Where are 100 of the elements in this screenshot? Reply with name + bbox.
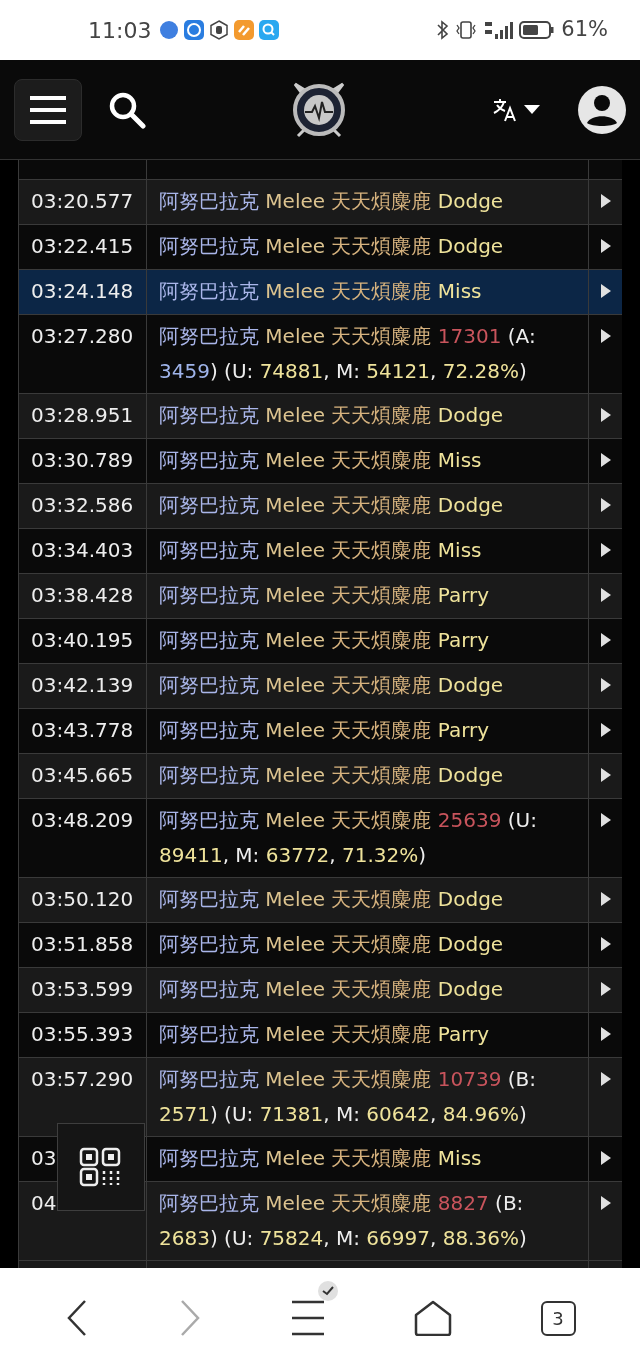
- log-ability: Melee: [265, 808, 326, 832]
- expand-arrow-icon[interactable]: [599, 407, 612, 423]
- log-damage: 25639: [437, 808, 502, 832]
- expand-arrow-icon[interactable]: [599, 193, 612, 209]
- log-row[interactable]: 03:38.428 阿努巴拉克 Melee 天天煩麋鹿 Parry: [19, 574, 622, 619]
- log-source: 阿努巴拉克: [159, 763, 259, 787]
- log-source: 阿努巴拉克: [159, 1022, 259, 1046]
- log-time: 03:57.290: [31, 1067, 134, 1091]
- log-text: ,: [429, 1226, 437, 1250]
- log-text: ): [209, 359, 218, 383]
- expand-arrow-icon[interactable]: [599, 452, 612, 468]
- expand-arrow-icon[interactable]: [599, 677, 612, 693]
- log-ability: Melee: [265, 493, 326, 517]
- log-number: 75824: [259, 1226, 324, 1250]
- expand-arrow-icon[interactable]: [599, 632, 612, 648]
- log-row[interactable]: 03:24.148 阿努巴拉克 Melee 天天煩麋鹿 Miss: [19, 270, 622, 315]
- log-row[interactable]: 03:45.665 阿努巴拉克 Melee 天天煩麋鹿 Dodge: [19, 754, 622, 799]
- log-row[interactable]: 03:40.195 阿努巴拉克 Melee 天天煩麋鹿 Parry: [19, 619, 622, 664]
- log-row[interactable]: 03:43.778 阿努巴拉克 Melee 天天煩麋鹿 Parry: [19, 709, 622, 754]
- log-number: 63772: [265, 843, 330, 867]
- home-icon[interactable]: [413, 1300, 452, 1336]
- language-button[interactable]: [492, 96, 540, 123]
- log-row[interactable]: 03:22.415 阿努巴拉克 Melee 天天煩麋鹿 Dodge: [19, 225, 622, 270]
- tabs-button[interactable]: 3: [540, 1300, 576, 1336]
- log-target: 天天煩麋鹿: [331, 718, 432, 742]
- log-source: 阿努巴拉克: [159, 448, 259, 472]
- log-source: 阿努巴拉克: [159, 977, 259, 1001]
- log-time: 03:45.665: [31, 763, 134, 787]
- bluetooth-icon: [437, 20, 450, 40]
- log-target: 天天煩麋鹿: [331, 808, 432, 832]
- log-row[interactable]: 03:48.209 阿努巴拉克 Melee 天天煩麋鹿 25639 (U: 89411, M: 63772, 71.32%): [19, 799, 622, 878]
- log-result: Miss: [437, 279, 482, 303]
- log-row[interactable]: 03:51.858 阿努巴拉克 Melee 天天煩麋鹿 Dodge: [19, 923, 622, 968]
- log-text: (U:: [224, 1102, 254, 1126]
- expand-arrow-icon[interactable]: [599, 1026, 612, 1042]
- expand-arrow-icon[interactable]: [599, 767, 612, 783]
- log-row[interactable]: 04 阿努巴拉克 Melee 天天煩麋鹿 8827 (B: 2683) (U: 75824, M: 66997, 88.36%): [19, 1182, 622, 1261]
- log-target: 天天煩麋鹿: [331, 493, 432, 517]
- log-row[interactable]: 03:34.403 阿努巴拉克 Melee 天天煩麋鹿 Miss: [19, 529, 622, 574]
- log-time: 03:48.209: [31, 808, 134, 832]
- menu-button[interactable]: [14, 78, 82, 141]
- expand-arrow-icon[interactable]: [599, 1195, 612, 1211]
- log-source: 阿努巴拉克: [159, 673, 259, 697]
- log-time: 03:34.403: [31, 538, 134, 562]
- log-result: Dodge: [437, 977, 504, 1001]
- menu-icon[interactable]: [290, 1300, 325, 1336]
- log-row[interactable]: 03:20.577 阿努巴拉克 Melee 天天煩麋鹿 Dodge: [19, 180, 622, 225]
- log-target: 天天煩麋鹿: [331, 1191, 432, 1215]
- log-number: 71.32%: [342, 843, 419, 867]
- log-row[interactable]: 03:55.393 阿努巴拉克 Melee 天天煩麋鹿 Parry: [19, 1013, 622, 1058]
- log-ability: Melee: [265, 234, 326, 258]
- log-row[interactable]: 03:50.120 阿努巴拉克 Melee 天天煩麋鹿 Dodge: [19, 878, 622, 923]
- log-text: ,: [429, 1102, 437, 1126]
- log-target: 天天煩麋鹿: [331, 932, 432, 956]
- log-number: 72.28%: [442, 359, 519, 383]
- caret-icon: [524, 104, 540, 115]
- log-ability: Melee: [265, 448, 326, 472]
- expand-arrow-icon[interactable]: [599, 497, 612, 513]
- expand-arrow-icon[interactable]: [599, 1150, 612, 1166]
- log-text: ): [418, 843, 427, 867]
- qr-code-button[interactable]: [57, 1123, 145, 1211]
- log-ability: Melee: [265, 673, 326, 697]
- log-row[interactable]: 03:57.290 阿努巴拉克 Melee 天天煩麋鹿 10739 (B: 2571) (U: 71381, M: 60642, 84.96%): [19, 1058, 622, 1137]
- app-icon: [234, 20, 255, 40]
- log-absorb: 3459: [159, 359, 210, 383]
- expand-arrow-icon[interactable]: [599, 542, 612, 558]
- expand-arrow-icon[interactable]: [599, 812, 612, 828]
- log-row[interactable]: 03:53.599 阿努巴拉克 Melee 天天煩麋鹿 Dodge: [19, 968, 622, 1013]
- expand-arrow-icon[interactable]: [599, 891, 612, 907]
- log-row[interactable]: 03:32.586 阿努巴拉克 Melee 天天煩麋鹿 Dodge: [19, 484, 622, 529]
- log-time: 03:32.586: [31, 493, 134, 517]
- log-row[interactable]: 03:42.139 阿努巴拉克 Melee 天天煩麋鹿 Dodge: [19, 664, 622, 709]
- expand-arrow-icon[interactable]: [599, 722, 612, 738]
- search-icon[interactable]: [108, 90, 146, 129]
- account-icon[interactable]: [578, 85, 626, 134]
- menu-icon: [30, 94, 66, 125]
- expand-arrow-icon[interactable]: [599, 1071, 612, 1087]
- log-ability: Melee: [265, 324, 326, 348]
- log-text: ,: [329, 843, 336, 867]
- expand-arrow-icon[interactable]: [599, 283, 612, 299]
- expand-arrow-icon[interactable]: [599, 936, 612, 952]
- log-damage: 10739: [437, 1067, 502, 1091]
- log-source: 阿努巴拉克: [159, 808, 259, 832]
- log-row[interactable]: 03:27.280 阿努巴拉克 Melee 天天煩麋鹿 17301 (A: 3459) (U: 74881, M: 54121, 72.28%): [19, 315, 622, 394]
- log-target: 天天煩麋鹿: [331, 673, 432, 697]
- log-result: Dodge: [437, 763, 504, 787]
- expand-arrow-icon[interactable]: [599, 587, 612, 603]
- expand-arrow-icon[interactable]: [599, 328, 612, 344]
- expand-arrow-icon[interactable]: [599, 238, 612, 254]
- log-number: 2683: [159, 1226, 210, 1250]
- log-source: 阿努巴拉克: [159, 932, 259, 956]
- log-time: 03:43.778: [31, 718, 134, 742]
- log-text: ): [518, 1226, 527, 1250]
- log-result: Dodge: [437, 189, 504, 213]
- expand-arrow-icon[interactable]: [599, 981, 612, 997]
- log-time: 03:55.393: [31, 1022, 134, 1046]
- log-ability: Melee: [265, 1146, 326, 1170]
- log-target: 天天煩麋鹿: [331, 763, 432, 787]
- log-row[interactable]: 03:28.951 阿努巴拉克 Melee 天天煩麋鹿 Dodge: [19, 394, 622, 439]
- log-row[interactable]: 03:30.789 阿努巴拉克 Melee 天天煩麋鹿 Miss: [19, 439, 622, 484]
